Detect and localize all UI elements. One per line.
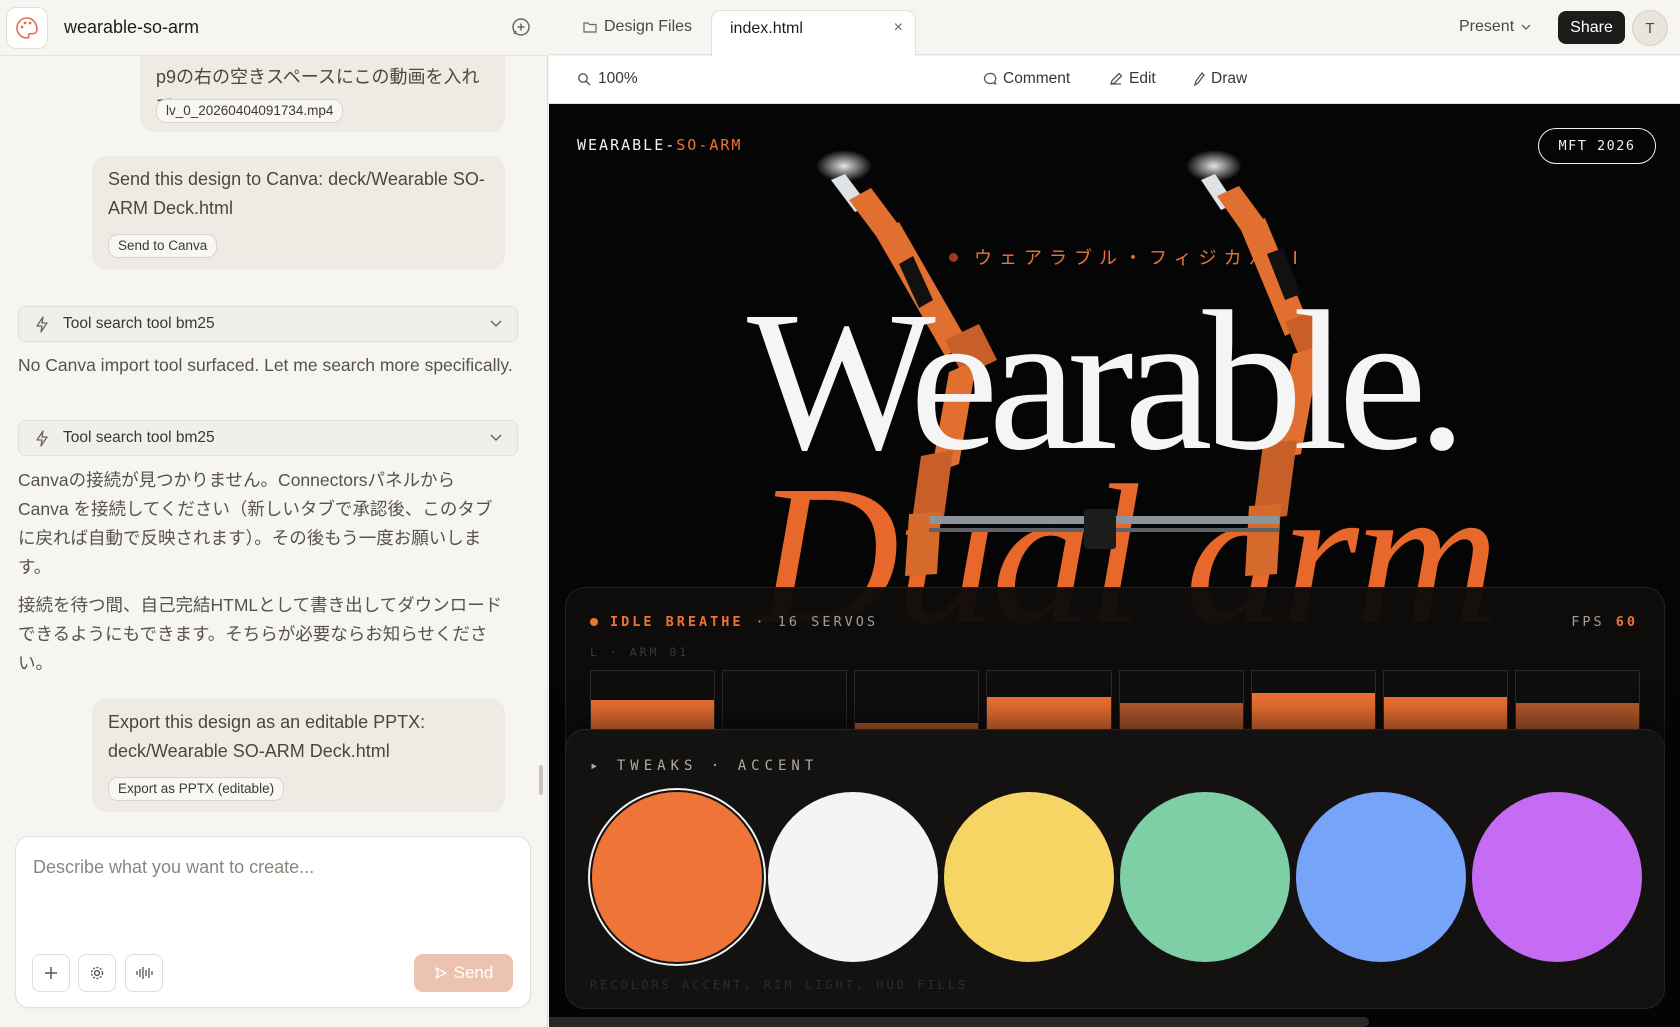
send-to-canva-chip[interactable]: Send to Canva — [108, 234, 218, 258]
avatar[interactable]: T — [1632, 10, 1668, 46]
waveform-icon — [136, 967, 153, 979]
tweaks-footnote: RECOLORS ACCENT, RIM LIGHT, HUD FILLS — [590, 978, 969, 992]
tool-call-label: Tool search tool bm25 — [63, 315, 215, 332]
swatch-orange[interactable] — [592, 792, 762, 962]
hud-servo-count: · 16 SERVOS — [755, 614, 878, 630]
servo-bar — [1250, 670, 1376, 736]
swatch-green[interactable] — [1120, 792, 1290, 962]
chevron-down-icon — [489, 316, 503, 335]
tab-bar: Design Files index.html × Present Share … — [549, 0, 1680, 56]
bolt-icon — [35, 316, 49, 338]
slide-canvas[interactable]: WEARABLE-SO-ARM MFT 2026 ウェアラブル・フィジカルAI … — [549, 104, 1680, 1027]
accent-swatches — [590, 792, 1650, 964]
tab-label: index.html — [730, 20, 803, 37]
swatch-white[interactable] — [768, 792, 938, 962]
status-led — [590, 618, 598, 626]
servo-bar — [722, 670, 848, 736]
edit-button[interactable]: Edit — [1109, 70, 1156, 88]
composer: Describe what you want to create... Send — [15, 836, 531, 1008]
preview-panel: Design Files index.html × Present Share … — [549, 0, 1680, 1027]
tool-call-row[interactable]: Tool search tool bm25 — [18, 306, 518, 342]
add-button[interactable] — [32, 954, 70, 992]
servo-bar — [590, 670, 716, 736]
assistant-message: 接続を待つ間、自己完結HTMLとして書き出してダウンロードできるようにもできます… — [18, 595, 503, 673]
hud-status-label: IDLE BREATHE — [610, 614, 744, 630]
palette-icon[interactable] — [6, 7, 48, 49]
servo-bar — [986, 670, 1112, 736]
search-icon — [578, 73, 591, 86]
message-text: Export this design as an editable PPTX: … — [108, 712, 426, 761]
user-message: p9の右の空きスペースにこの動画を入れて lv_0_20260404091734… — [140, 56, 505, 132]
tweaks-title[interactable]: ▸ TWEAKS · ACCENT — [590, 758, 818, 774]
horizontal-scrollbar[interactable] — [549, 1017, 1369, 1027]
servo-bar — [1118, 670, 1244, 736]
folder-icon — [583, 22, 597, 33]
zoom-level: 100% — [598, 70, 638, 87]
chat-thread: p9の右の空きスペースにこの動画を入れて lv_0_20260404091734… — [0, 56, 548, 836]
chevron-down-icon — [489, 430, 503, 449]
fps-readout: FPS 60 — [1571, 614, 1638, 630]
send-label: Send — [453, 963, 494, 982]
edit-label: Edit — [1129, 70, 1156, 87]
voice-button[interactable] — [125, 954, 163, 992]
send-icon — [434, 967, 447, 979]
arm-label: L · ARM 01 — [590, 645, 690, 659]
draw-label: Draw — [1211, 70, 1248, 87]
chevron-down-icon — [1521, 24, 1531, 30]
export-pptx-chip[interactable]: Export as PPTX (editable) — [108, 777, 285, 801]
swatch-blue[interactable] — [1296, 792, 1466, 962]
chat-panel: wearable-so-arm p9の右の空きスペースにこの動画を入れて lv_… — [0, 0, 548, 1027]
fps-label: FPS — [1571, 614, 1605, 630]
chat-header: wearable-so-arm — [0, 0, 548, 56]
servo-bar — [854, 670, 980, 736]
comment-label: Comment — [1003, 70, 1071, 87]
settings-button[interactable] — [78, 954, 116, 992]
close-icon[interactable]: × — [894, 19, 903, 37]
bolt-icon — [35, 430, 49, 452]
draw-button[interactable]: Draw — [1193, 70, 1247, 88]
present-button[interactable]: Present — [1459, 18, 1532, 36]
new-chat-icon[interactable] — [510, 16, 534, 40]
user-message: Export this design as an editable PPTX: … — [92, 699, 505, 812]
comment-icon — [983, 72, 997, 86]
plus-icon — [45, 967, 57, 979]
gear-icon — [90, 966, 104, 980]
chat-scrollbar[interactable] — [539, 765, 543, 795]
assistant-message: Canvaの接続が見つかりません。Connectorsパネルから Canva を… — [18, 470, 493, 577]
hud-status: IDLE BREATHE · 16 SERVOS — [590, 614, 878, 630]
tool-call-label: Tool search tool bm25 — [63, 429, 215, 446]
comment-button[interactable]: Comment — [983, 70, 1070, 88]
share-button[interactable]: Share — [1558, 11, 1625, 44]
tab-design-files[interactable]: Design Files — [583, 18, 692, 36]
preview-toolbar: 100% Comment Edit Draw — [549, 56, 1680, 104]
prompt-input[interactable]: Describe what you want to create... — [33, 857, 314, 878]
zoom-control[interactable]: 100% — [577, 70, 638, 88]
servo-bar — [1382, 670, 1508, 736]
attachment-chip[interactable]: lv_0_20260404091734.mp4 — [156, 99, 344, 123]
tab-index-html[interactable]: index.html × — [711, 10, 916, 56]
servo-bars — [590, 670, 1640, 736]
present-label: Present — [1459, 18, 1515, 35]
project-title: wearable-so-arm — [64, 17, 200, 37]
slide-headline: Wearable. — [747, 271, 1467, 492]
fps-value: 60 — [1615, 614, 1638, 630]
user-message: Send this design to Canva: deck/Wearable… — [92, 156, 505, 269]
swatch-purple[interactable] — [1472, 792, 1642, 962]
tweaks-panel: ▸ TWEAKS · ACCENT RECOLORS ACCENT, RIM L… — [565, 729, 1665, 1009]
swatch-yellow[interactable] — [944, 792, 1114, 962]
message-text: Send this design to Canva: deck/Wearable… — [108, 169, 485, 218]
brush-icon — [1194, 72, 1205, 86]
send-button[interactable]: Send — [414, 954, 513, 992]
tool-call-row[interactable]: Tool search tool bm25 — [18, 420, 518, 456]
pencil-icon — [1110, 72, 1123, 85]
assistant-message: No Canva import tool surfaced. Let me se… — [18, 355, 513, 375]
servo-bar — [1514, 670, 1640, 736]
tab-label: Design Files — [604, 18, 693, 35]
